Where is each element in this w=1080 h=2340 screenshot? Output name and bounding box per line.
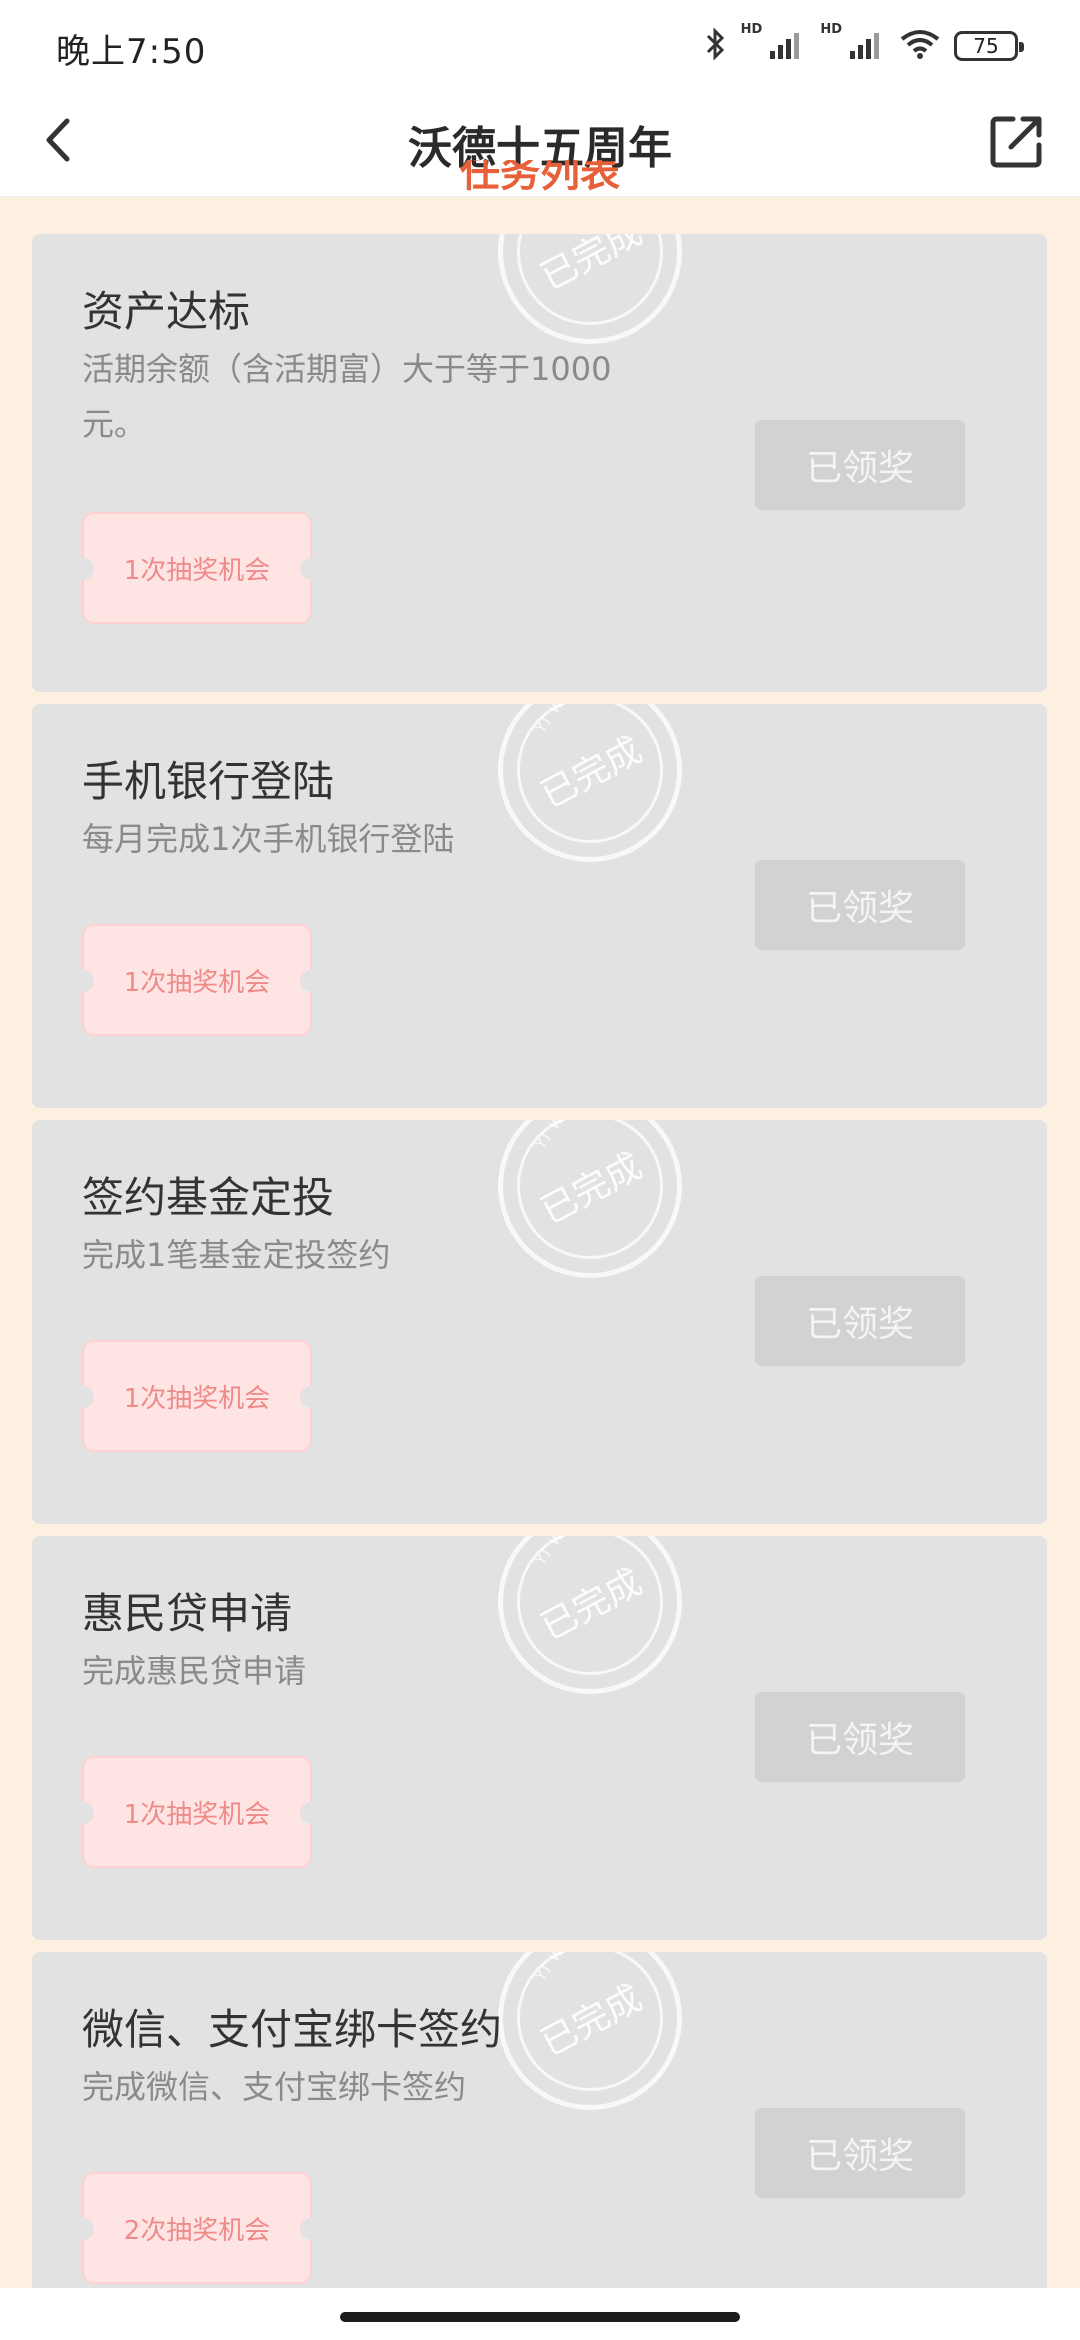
hd-label-2: HD — [820, 22, 842, 37]
task-title: 微信、支付宝绑卡签约 — [82, 2005, 503, 2054]
claimed-button[interactable]: 已领奖 — [755, 420, 965, 510]
status-icons: HD HD 75 — [705, 22, 1024, 66]
task-title: 资产达标 — [82, 287, 251, 336]
signal-icon-2 — [850, 29, 886, 63]
claimed-button[interactable]: 已领奖 — [755, 2108, 965, 2198]
task-title: 签约基金定投 — [82, 1173, 335, 1222]
reward-ticket: 1次抽奖机会 — [72, 1756, 322, 1868]
task-title: 惠民贷申请 — [82, 1589, 293, 1638]
completed-stamp: YI WA 已完成 — [498, 234, 682, 344]
gesture-bar — [0, 2288, 1080, 2340]
home-indicator[interactable] — [340, 2312, 740, 2322]
task-card: YI WA 已完成 资产达标 活期余额（含活期富）大于等于1000元。 1次抽奖… — [32, 234, 1047, 692]
reward-ticket: 1次抽奖机会 — [72, 1340, 322, 1452]
claimed-button[interactable]: 已领奖 — [755, 1692, 965, 1782]
task-description: 完成1笔基金定投签约 — [82, 1236, 391, 1274]
task-card: YI WA 已完成 微信、支付宝绑卡签约 完成微信、支付宝绑卡签约 2次抽奖机会… — [32, 1952, 1047, 2288]
section-heading: 任务列表 — [460, 160, 620, 196]
task-card: YI WA 已完成 惠民贷申请 完成惠民贷申请 1次抽奖机会 已领奖 — [32, 1536, 1047, 1940]
battery-icon: 75 — [954, 31, 1024, 61]
wifi-icon — [900, 29, 940, 63]
signal-icon — [770, 29, 806, 63]
bluetooth-icon — [705, 27, 727, 65]
claimed-button[interactable]: 已领奖 — [755, 860, 965, 950]
task-description: 每月完成1次手机银行登陆 — [82, 820, 455, 858]
status-bar: 晚上7:50 HD HD 75 — [0, 0, 1080, 90]
task-card: YI WA 已完成 手机银行登陆 每月完成1次手机银行登陆 1次抽奖机会 已领奖 — [32, 704, 1047, 1108]
task-title: 手机银行登陆 — [82, 757, 335, 806]
reward-ticket: 2次抽奖机会 — [72, 2172, 322, 2284]
task-description: 完成惠民贷申请 — [82, 1652, 307, 1690]
task-description: 活期余额（含活期富）大于等于1000元。 — [82, 350, 612, 443]
task-description: 完成微信、支付宝绑卡签约 — [82, 2068, 467, 2106]
task-list: YI WA 已完成 资产达标 活期余额（含活期富）大于等于1000元。 1次抽奖… — [0, 196, 1080, 2288]
reward-ticket: 1次抽奖机会 — [72, 512, 322, 624]
task-card: YI WA 已完成 签约基金定投 完成1笔基金定投签约 1次抽奖机会 已领奖 — [32, 1120, 1047, 1524]
status-time: 晚上7:50 — [56, 32, 207, 72]
hd-label: HD — [740, 22, 763, 37]
claimed-button[interactable]: 已领奖 — [755, 1276, 965, 1366]
reward-ticket: 1次抽奖机会 — [72, 924, 322, 1036]
